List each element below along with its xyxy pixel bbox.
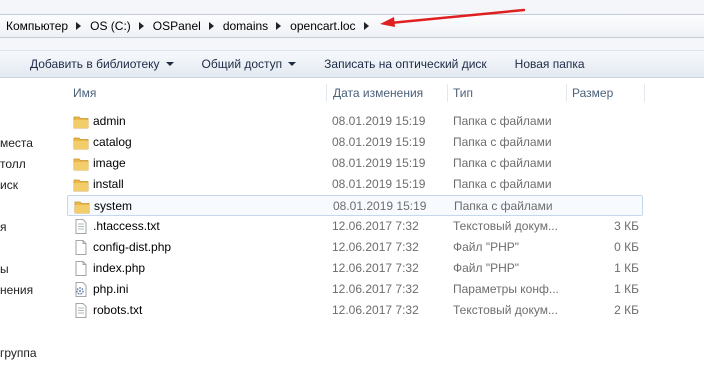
file-size: 0 КБ — [614, 240, 639, 254]
list-item[interactable]: config-dist.php 12.06.2017 7:32 Файл "PH… — [67, 237, 643, 258]
breadcrumb-separator-icon[interactable] — [276, 22, 282, 30]
file-date: 12.06.2017 7:32 — [332, 240, 419, 254]
file-type: Папка с файлами — [453, 135, 552, 149]
breadcrumb-opencart[interactable]: opencart.loc — [290, 19, 355, 33]
file-type: Параметры конф... — [453, 282, 559, 296]
file-name: php.ini — [93, 282, 129, 296]
file-icon — [73, 240, 89, 255]
list-item[interactable]: index.php 12.06.2017 7:32 Файл "PHP" 1 К… — [67, 258, 643, 279]
new-folder-button[interactable]: Новая папка — [501, 52, 599, 76]
breadcrumb-separator-icon[interactable] — [363, 22, 369, 30]
file-type: Папка с файлами — [453, 114, 552, 128]
file-date: 08.01.2019 15:19 — [332, 135, 426, 149]
new-folder-label: Новая папка — [514, 57, 585, 71]
file-icon — [73, 261, 89, 276]
text-file-icon — [73, 219, 89, 234]
nav-item-disk[interactable]: иск — [0, 178, 18, 192]
column-divider[interactable] — [447, 84, 448, 102]
file-name: robots.txt — [93, 303, 143, 317]
breadcrumb-ospanel[interactable]: OSPanel — [153, 19, 201, 33]
column-divider[interactable] — [566, 84, 567, 102]
list-item[interactable]: robots.txt 12.06.2017 7:32 Текстовый док… — [67, 300, 643, 321]
file-type: Папка с файлами — [453, 177, 552, 191]
file-type: Папка с файлами — [453, 156, 552, 170]
file-size: 1 КБ — [614, 261, 639, 275]
file-date: 12.06.2017 7:32 — [332, 219, 419, 233]
breadcrumb-separator-icon[interactable] — [76, 22, 82, 30]
file-date: 08.01.2019 15:19 — [333, 199, 427, 213]
navigation-pane: места толл иск я ы нения группа — [0, 78, 62, 382]
column-header-type[interactable]: Тип — [453, 86, 473, 100]
file-size: 2 КБ — [614, 303, 639, 317]
breadcrumb-drive[interactable]: OS (C:) — [90, 19, 131, 33]
file-date: 08.01.2019 15:19 — [332, 156, 426, 170]
folder-icon — [73, 177, 89, 192]
file-type: Текстовый докум... — [453, 219, 558, 233]
nav-item-short[interactable]: я — [0, 220, 7, 234]
folder-icon — [73, 135, 89, 150]
settings-file-icon — [73, 282, 89, 297]
breadcrumb-domains[interactable]: domains — [223, 19, 268, 33]
address-bar[interactable]: Компьютер OS (C:) OSPanel domains openca… — [0, 14, 704, 38]
column-divider[interactable] — [326, 84, 327, 102]
chevron-down-icon — [165, 62, 174, 66]
text-file-icon — [73, 303, 89, 318]
column-header-date[interactable]: Дата изменения — [333, 86, 423, 100]
breadcrumb-separator-icon[interactable] — [208, 22, 214, 30]
share-label: Общий доступ — [201, 57, 283, 71]
file-name: admin — [93, 114, 126, 128]
nav-item-desktop[interactable]: толл — [0, 157, 26, 171]
file-name: install — [93, 177, 124, 191]
file-type: Папка с файлами — [454, 199, 553, 213]
file-date: 12.06.2017 7:32 — [332, 282, 419, 296]
file-name: catalog — [93, 135, 132, 149]
file-date: 12.06.2017 7:32 — [332, 303, 419, 317]
burn-disc-button[interactable]: Записать на оптический диск — [310, 52, 501, 76]
list-item[interactable]: .htaccess.txt 12.06.2017 7:32 Текстовый … — [67, 216, 643, 237]
file-date: 08.01.2019 15:19 — [332, 114, 426, 128]
column-header-row: Имя Дата изменения Тип Размер — [0, 80, 704, 104]
file-date: 08.01.2019 15:19 — [332, 177, 426, 191]
command-bar: Добавить в библиотеку Общий доступ Запис… — [0, 50, 704, 78]
folder-icon — [74, 199, 90, 214]
breadcrumb: Компьютер OS (C:) OSPanel domains openca… — [6, 19, 378, 33]
nav-item-y[interactable]: ы — [0, 262, 9, 276]
add-to-library-button[interactable]: Добавить в библиотеку — [16, 52, 188, 76]
file-name: image — [93, 156, 126, 170]
nav-item-homegroup[interactable]: группа — [0, 346, 37, 360]
list-item[interactable]: php.ini 12.06.2017 7:32 Параметры конф..… — [67, 279, 643, 300]
add-to-library-label: Добавить в библиотеку — [30, 57, 160, 71]
breadcrumb-separator-icon[interactable] — [138, 22, 144, 30]
burn-disc-label: Записать на оптический диск — [324, 57, 487, 71]
file-type: Файл "PHP" — [453, 261, 520, 275]
breadcrumb-computer[interactable]: Компьютер — [6, 19, 68, 33]
file-name: .htaccess.txt — [93, 219, 160, 233]
file-name: system — [94, 199, 133, 213]
folder-icon — [73, 156, 89, 171]
file-name: index.php — [93, 261, 146, 275]
share-button[interactable]: Общий доступ — [188, 52, 311, 76]
column-divider[interactable] — [644, 84, 645, 102]
address-bar-area: Компьютер OS (C:) OSPanel domains openca… — [0, 0, 704, 50]
file-type: Файл "PHP" — [453, 240, 520, 254]
file-size: 3 КБ — [614, 219, 639, 233]
list-item[interactable]: image 08.01.2019 15:19 Папка с файлами — [67, 153, 643, 174]
list-item[interactable]: install 08.01.2019 15:19 Папка с файлами — [67, 174, 643, 195]
nav-item-downloads[interactable]: нения — [0, 283, 33, 297]
chevron-down-icon — [288, 62, 297, 66]
file-name: config-dist.php — [93, 240, 172, 254]
nav-item-places[interactable]: места — [0, 136, 33, 150]
list-item[interactable]: admin 08.01.2019 15:19 Папка с файлами — [67, 111, 643, 132]
folder-icon — [73, 114, 89, 129]
list-item[interactable]: catalog 08.01.2019 15:19 Папка с файлами — [67, 132, 643, 153]
list-item[interactable]: system 08.01.2019 15:19 Папка с файлами — [67, 195, 643, 216]
file-type: Текстовый докум... — [453, 303, 558, 317]
column-header-name[interactable]: Имя — [73, 86, 96, 100]
file-date: 12.06.2017 7:32 — [332, 261, 419, 275]
annotation-arrow-icon — [380, 8, 526, 27]
column-header-size[interactable]: Размер — [572, 86, 613, 100]
file-size: 1 КБ — [614, 282, 639, 296]
